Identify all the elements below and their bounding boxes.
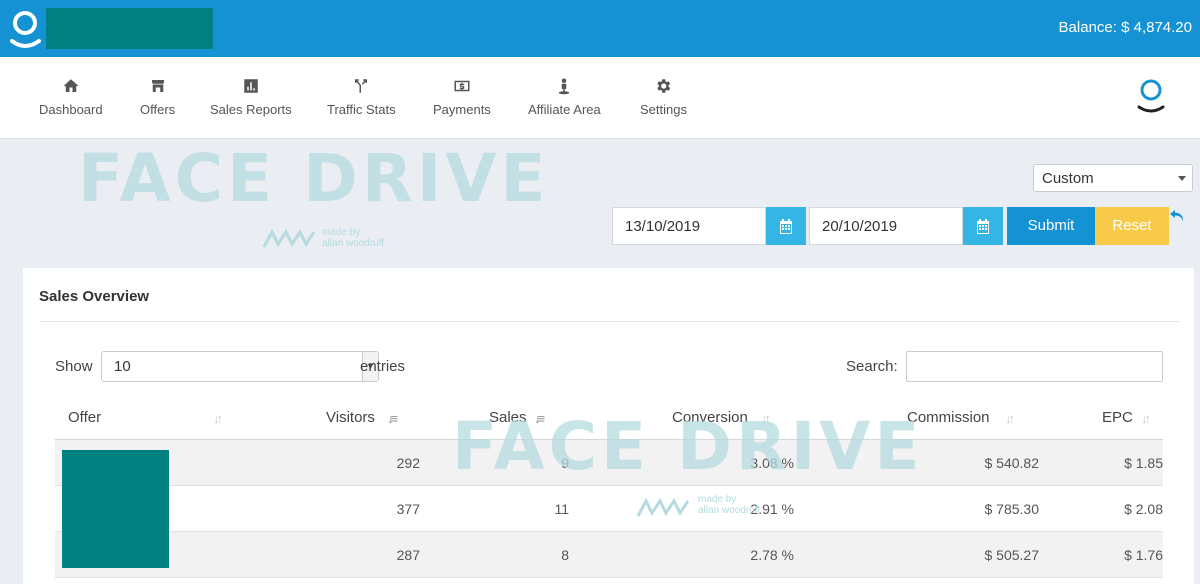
cell-commission: $ 785.30: [984, 501, 1040, 517]
brand-logo[interactable]: [9, 9, 43, 49]
cell-visitors: 377: [396, 501, 420, 517]
person-pin-icon: [528, 77, 601, 97]
sort-desc-icon[interactable]: ↓≡: [534, 411, 545, 426]
search-input[interactable]: [906, 351, 1163, 382]
nav-label: Affiliate Area: [528, 102, 601, 117]
search-label: Search:: [846, 358, 898, 375]
cell-sales: 11: [554, 501, 569, 517]
cell-commission: $ 505.27: [984, 547, 1040, 563]
redacted-offer-block: [62, 450, 169, 568]
main-nav: Dashboard Offers Sales Reports Traffic S…: [0, 57, 1200, 139]
start-date-input[interactable]: 13/10/2019: [612, 207, 766, 245]
calendar-icon: [780, 218, 792, 234]
column-header-offer[interactable]: Offer: [68, 409, 101, 426]
money-icon: [433, 77, 491, 97]
divider: [39, 321, 1180, 322]
page-length-select[interactable]: 10 ▼: [101, 351, 379, 382]
page-length-value: 10: [114, 358, 131, 375]
cell-commission: $ 540.82: [984, 455, 1040, 471]
nav-label: Settings: [640, 102, 687, 117]
date-range-value: Custom: [1042, 170, 1094, 187]
store-icon: [140, 77, 175, 97]
undo-icon[interactable]: [1170, 210, 1186, 224]
cell-sales: 9: [561, 455, 569, 471]
sales-overview-card: Sales Overview Show 10 ▼ entries Search:…: [23, 268, 1194, 584]
caret-down-icon: [1178, 176, 1186, 181]
brand-logo-small: [1137, 79, 1165, 113]
watermark-logo-icon: [262, 229, 316, 248]
entries-label: entries: [360, 358, 406, 375]
nav-label: Dashboard: [39, 102, 103, 117]
nav-dashboard[interactable]: Dashboard: [39, 77, 103, 117]
bar-chart-icon: [210, 77, 292, 97]
nav-affiliate-area[interactable]: Affiliate Area: [528, 77, 601, 117]
calendar-icon: [977, 218, 989, 234]
split-arrows-icon: [327, 77, 396, 97]
column-header-epc[interactable]: EPC: [1102, 409, 1133, 426]
gear-icon: [640, 77, 687, 97]
end-date-calendar-button[interactable]: [963, 207, 1003, 245]
balance-display: Balance: $ 4,874.20: [1058, 19, 1192, 36]
cell-visitors: 287: [396, 547, 420, 563]
nav-label: Offers: [140, 102, 176, 117]
nav-traffic-stats[interactable]: Traffic Stats: [327, 77, 396, 117]
table-row: 292 9 3.08 % $ 540.82 $ 1.85: [55, 440, 1163, 486]
top-bar: Balance: $ 4,874.20: [0, 0, 1200, 57]
start-date-calendar-button[interactable]: [766, 207, 806, 245]
reset-button[interactable]: Reset: [1095, 207, 1169, 245]
cell-visitors: 292: [396, 455, 420, 471]
column-header-commission[interactable]: Commission: [907, 409, 990, 426]
nav-settings[interactable]: Settings: [640, 77, 687, 117]
cell-epc: $ 1.85: [1124, 455, 1163, 471]
watermark-text: FACE DRIVE: [78, 140, 550, 217]
cell-epc: $ 2.08: [1124, 501, 1163, 517]
sort-desc-icon[interactable]: ↓≡: [387, 411, 398, 426]
card-title: Sales Overview: [39, 288, 150, 305]
nav-label: Payments: [433, 102, 491, 117]
watermark-credit-1: made by: [322, 227, 361, 238]
date-range-select[interactable]: Custom: [1033, 164, 1193, 192]
watermark-logo-icon: [636, 498, 690, 517]
cell-conversion: 2.78 %: [750, 547, 794, 563]
cell-epc: $ 1.76: [1124, 547, 1163, 563]
table-row: 287 8 2.78 % $ 505.27 $ 1.76: [55, 532, 1163, 578]
sort-icon[interactable]: ↓↑: [1141, 411, 1151, 426]
nav-payments[interactable]: Payments: [433, 77, 491, 117]
cell-conversion: 2.91 %: [750, 501, 794, 517]
nav-offers[interactable]: Offers: [140, 77, 175, 117]
watermark-credit-2: allan woodruff: [322, 238, 385, 249]
column-header-visitors[interactable]: Visitors: [326, 409, 375, 426]
cell-sales: 8: [561, 547, 569, 563]
nav-sales-reports[interactable]: Sales Reports: [210, 77, 292, 117]
table-row: 377 11 2.91 % $ 785.30 $ 2.08: [55, 486, 1163, 532]
sort-icon[interactable]: ↓↑: [213, 411, 223, 426]
nav-label: Traffic Stats: [327, 102, 396, 117]
nav-label: Sales Reports: [210, 102, 292, 117]
column-header-sales[interactable]: Sales: [489, 409, 527, 426]
submit-button[interactable]: Submit: [1007, 207, 1095, 245]
column-header-conversion[interactable]: Conversion: [672, 409, 748, 426]
end-date-input[interactable]: 20/10/2019: [809, 207, 963, 245]
home-icon: [39, 77, 103, 97]
show-label: Show: [55, 358, 93, 375]
sort-icon[interactable]: ↓↑: [761, 411, 771, 426]
cell-conversion: 3.08 %: [750, 455, 794, 471]
redacted-brand-block: [46, 8, 213, 49]
sort-icon[interactable]: ↓↑: [1005, 411, 1015, 426]
